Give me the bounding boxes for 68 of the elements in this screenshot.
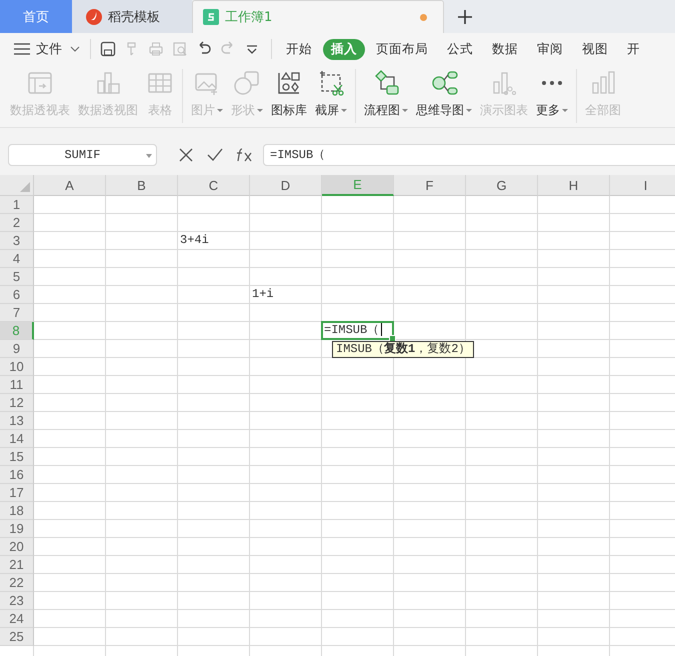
- screenshot-icon: [317, 69, 345, 97]
- ribbon-button[interactable]: 图标库: [267, 65, 311, 119]
- row-header[interactable]: 25: [0, 628, 34, 646]
- row-header[interactable]: 3: [0, 232, 34, 250]
- row-header[interactable]: 12: [0, 394, 34, 412]
- ribbon-tab[interactable]: 公式: [439, 38, 481, 60]
- chevron-icon: [70, 46, 80, 52]
- cancel-icon[interactable]: [179, 148, 193, 162]
- row-header[interactable]: 20: [0, 538, 34, 556]
- row-header[interactable]: 9: [0, 340, 34, 358]
- ribbon-tab[interactable]: 插入: [323, 38, 365, 60]
- row-header[interactable]: 22: [0, 574, 34, 592]
- ribbon-button[interactable]: 思维导图: [412, 65, 476, 119]
- column-header[interactable]: D: [250, 175, 322, 196]
- menu-icon: [14, 43, 30, 55]
- shapes-icon: [233, 69, 261, 97]
- column-header[interactable]: F: [394, 175, 466, 196]
- row-header[interactable]: 2: [0, 214, 34, 232]
- ribbon-button[interactable]: 截屏: [311, 65, 351, 119]
- ribbon-button[interactable]: 流程图: [360, 65, 412, 119]
- table-cell-text: 1+i: [251, 286, 275, 303]
- ribbon-tab[interactable]: 审阅: [529, 38, 571, 60]
- tab[interactable]: 工作簿1: [192, 0, 444, 33]
- row-header[interactable]: 1: [0, 196, 34, 214]
- row-header[interactable]: 13: [0, 412, 34, 430]
- ribbon-tab[interactable]: 视图: [574, 38, 616, 60]
- sheet-icon: [203, 9, 219, 25]
- name-box[interactable]: SUMIF: [8, 144, 157, 166]
- tab[interactable]: 首页: [0, 0, 72, 33]
- column-header[interactable]: A: [34, 175, 106, 196]
- row-header[interactable]: 4: [0, 250, 34, 268]
- table-cell-text: 3+4i: [179, 232, 210, 249]
- save-icon[interactable]: [100, 41, 116, 57]
- mind-map-icon: [430, 69, 458, 97]
- plus-icon[interactable]: [458, 10, 472, 24]
- row-header[interactable]: 15: [0, 448, 34, 466]
- column-header[interactable]: H: [538, 175, 610, 196]
- row-header[interactable]: 6: [0, 286, 34, 304]
- ribbon-tab[interactable]: 数据: [484, 38, 526, 60]
- row-header[interactable]: 21: [0, 556, 34, 574]
- row-header[interactable]: 14: [0, 430, 34, 448]
- row-header[interactable]: 7: [0, 304, 34, 322]
- ribbon-button[interactable]: 更多: [532, 65, 572, 119]
- flame-icon: [86, 8, 102, 24]
- row-header[interactable]: 10: [0, 358, 34, 376]
- row-header[interactable]: 24: [0, 610, 34, 628]
- formula-field[interactable]: =IMSUB（: [263, 144, 675, 166]
- column-header[interactable]: I: [610, 175, 675, 196]
- row-header[interactable]: 19: [0, 520, 34, 538]
- row-header[interactable]: 17: [0, 484, 34, 502]
- file-menu-button[interactable]: 文件: [14, 40, 80, 58]
- function-icon[interactable]: [235, 148, 253, 162]
- ribbon-tab[interactable]: 开: [619, 38, 648, 60]
- column-header[interactable]: C: [178, 175, 250, 196]
- check-icon[interactable]: [207, 148, 223, 162]
- caret-icon: [146, 154, 152, 158]
- row-header[interactable]: 5: [0, 268, 34, 286]
- column-header[interactable]: B: [106, 175, 178, 196]
- row-header[interactable]: 23: [0, 592, 34, 610]
- column-header[interactable]: G: [466, 175, 538, 196]
- row-header[interactable]: 16: [0, 466, 34, 484]
- more-icon: [542, 81, 562, 85]
- ribbon-tab[interactable]: 页面布局: [368, 38, 436, 60]
- function-tooltip: IMSUB（复数1，复数2）: [332, 341, 474, 358]
- tab[interactable]: 稻壳模板: [72, 0, 192, 33]
- row-header[interactable]: 11: [0, 376, 34, 394]
- ribbon-tab[interactable]: 开始: [278, 38, 320, 60]
- row-header[interactable]: 18: [0, 502, 34, 520]
